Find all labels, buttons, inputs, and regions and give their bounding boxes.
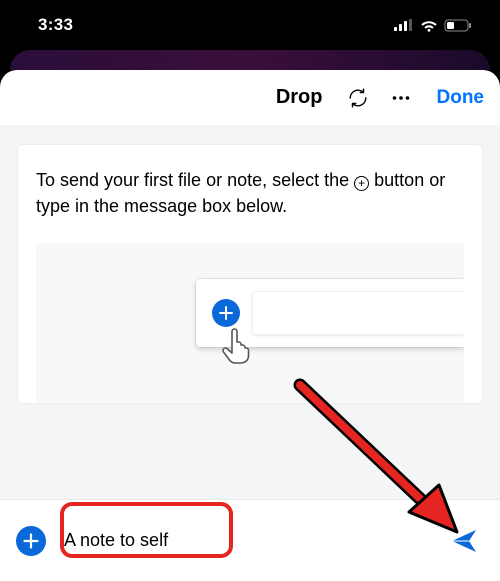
message-input-placeholder: A note to self [64,530,168,551]
send-icon [449,526,479,556]
cursor-hand-icon [218,325,254,365]
instruction-text-part1: To send your first file or note, select … [36,170,354,190]
compose-bar: A note to self [0,499,500,581]
add-attachment-button[interactable] [16,526,46,556]
plus-icon [23,533,39,549]
more-button[interactable] [389,86,413,110]
status-icons [394,19,472,32]
onboarding-illustration [36,243,464,403]
wifi-icon [420,19,438,32]
plus-circle-inline-icon: + [354,176,369,191]
done-button[interactable]: Done [437,87,485,109]
message-input[interactable]: A note to self [54,517,436,565]
sync-icon [347,87,369,109]
sync-button[interactable] [347,87,369,109]
instruction-text: To send your first file or note, select … [36,167,464,219]
onboarding-card: To send your first file or note, select … [18,145,482,403]
cellular-icon [394,19,414,31]
battery-icon [444,19,472,32]
more-icon [389,86,413,110]
status-bar: 3:33 [0,0,500,50]
plus-icon [219,306,233,320]
illustration-plus-button [212,299,240,327]
send-button[interactable] [444,526,484,556]
modal-sheet: Drop Done To send your first file or not… [0,70,500,581]
page-title: Drop [276,86,323,109]
status-time: 3:33 [38,15,73,35]
underlying-app-peek [10,50,490,70]
sheet-header: Drop Done [0,70,500,125]
sheet-body: To send your first file or note, select … [0,125,500,499]
illustration-input [252,291,464,335]
